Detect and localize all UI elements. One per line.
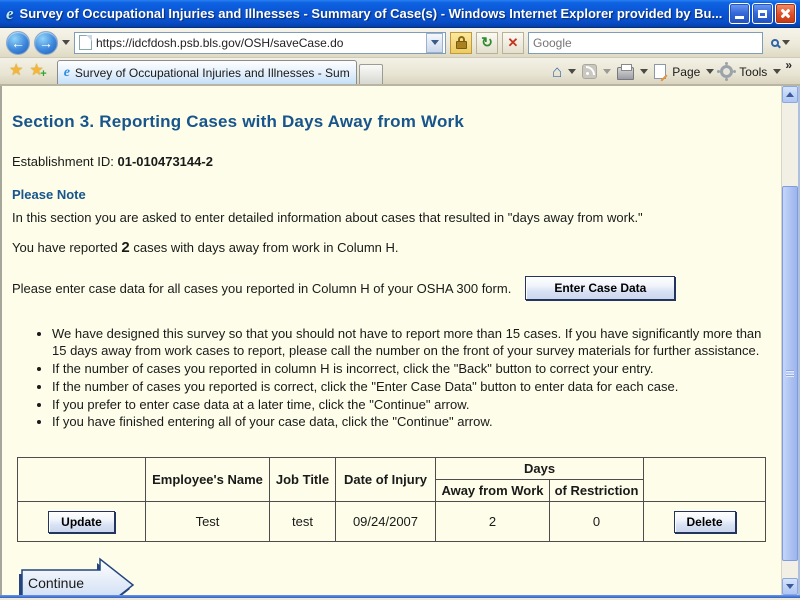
search-dropdown-caret-icon[interactable] [782,40,790,45]
page-menu-label[interactable]: Page [672,65,700,79]
home-button[interactable]: ⌂ [552,63,562,80]
add-favorite-button[interactable]: ★ [29,63,47,81]
search-input[interactable] [533,35,758,50]
stop-button[interactable]: ✕ [502,31,524,54]
scroll-down-icon [786,584,794,589]
address-field[interactable] [74,31,446,54]
print-button[interactable] [617,63,635,80]
minimize-icon [735,16,744,19]
page-title: Section 3. Reporting Cases with Days Awa… [12,112,465,131]
forward-button[interactable]: → [34,30,58,55]
close-icon [780,8,791,19]
cases-table: Employee's Name Job Title Date of Injury… [17,457,767,543]
scroll-up-icon [786,92,794,97]
reported-cases-line: You have reported 2 cases with days away… [12,239,771,256]
refresh-icon: ↻ [481,34,493,50]
instruction-item: If you prefer to enter case data at a la… [52,397,771,414]
instruction-item: If you have finished entering all of you… [52,414,771,431]
header-date-of-injury: Date of Injury [335,457,436,503]
search-icon [771,38,779,47]
cell-days-restriction: 0 [548,501,645,543]
security-lock-button[interactable] [450,31,472,54]
reported-suffix: cases with days away from work in Column… [129,240,399,255]
instructions-list: We have designed this survey so that you… [42,326,771,431]
home-dropdown-caret-icon[interactable] [568,69,577,74]
restore-icon [758,9,767,18]
table-row: Update Test test 09/24/2007 2 0 Delete [17,501,767,543]
new-tab-button[interactable] [358,64,383,84]
header-empty-left [17,457,146,503]
tools-menu-label[interactable]: Tools [739,65,767,79]
cell-job-title: test [269,501,336,543]
page-document-icon [79,35,92,50]
address-dropdown-button[interactable] [426,32,443,53]
establishment-label: Establishment ID: [12,154,118,169]
tab-toolbar: ★ ★ e Survey of Occupational Injuries an… [0,58,800,86]
ie-logo-icon: e [6,4,14,23]
cell-date-of-injury: 09/24/2007 [335,501,436,543]
window-bottom-border [0,595,800,598]
search-button[interactable] [767,32,794,54]
instruction-item: If the number of cases you reported in c… [52,361,771,378]
address-dropdown-caret-icon [430,40,439,45]
browser-tab[interactable]: e Survey of Occupational Injuries and Il… [56,60,357,84]
header-away-from-work: Away from Work [435,479,550,503]
tab-label: Survey of Occupational Injuries and Illn… [74,65,350,80]
update-button[interactable]: Update [48,510,115,533]
address-input[interactable] [96,35,426,50]
browser-window: e Survey of Occupational Injuries and Il… [0,0,800,600]
header-of-restriction: of Restriction [548,479,645,503]
continue-label: Continue [28,575,85,592]
instruction-item: If the number of cases you reported is c… [52,379,771,396]
toolbar-overflow-chevron[interactable]: » [785,58,792,72]
search-box[interactable] [528,31,763,54]
reported-count: 2 [121,239,130,256]
scrollbar-thumb[interactable] [782,186,798,561]
header-job-title: Job Title [269,457,336,503]
window-title: Survey of Occupational Injuries and Illn… [19,6,723,21]
reported-prefix: You have reported [12,240,122,255]
restore-button[interactable] [752,3,773,24]
delete-button[interactable]: Delete [673,510,736,533]
minimize-button[interactable] [729,3,750,24]
header-days: Days [434,457,645,481]
close-button[interactable] [775,3,796,24]
header-empty-right [643,457,767,503]
tab-ie-icon: e [63,64,70,80]
enter-case-data-button[interactable]: Enter Case Data [525,276,676,300]
enter-case-row: Please enter case data for all cases you… [12,276,771,300]
scroll-up-button[interactable] [782,86,798,103]
title-bar: e Survey of Occupational Injuries and Il… [0,0,800,28]
history-dropdown-caret-icon[interactable] [62,40,70,45]
scroll-down-button[interactable] [782,578,798,595]
print-dropdown-caret-icon[interactable] [640,69,649,74]
favorites-center-button[interactable]: ★ [9,63,23,79]
stop-icon: ✕ [507,34,519,50]
header-employee-name: Employee's Name [145,457,270,503]
page-menu-icon[interactable] [654,64,667,79]
intro-paragraph: In this section you are asked to enter d… [12,210,643,225]
tools-gear-icon[interactable] [720,65,734,78]
please-note-heading: Please Note [12,187,86,202]
feeds-dropdown-caret-icon [603,69,612,74]
back-button[interactable]: ← [6,30,30,55]
cell-days-away: 2 [435,501,550,543]
vertical-scrollbar[interactable] [781,86,798,595]
page-dropdown-caret-icon[interactable] [706,69,715,74]
instruction-item: We have designed this survey so that you… [52,326,771,360]
address-toolbar: ← → ↻ ✕ [0,28,800,58]
enter-case-prompt: Please enter case data for all cases you… [12,280,512,296]
establishment-line: Establishment ID: 01-010473144-2 [12,154,771,169]
feeds-icon[interactable] [582,64,598,79]
tools-dropdown-caret-icon[interactable] [773,69,782,74]
page-content: Section 3. Reporting Cases with Days Awa… [2,86,781,595]
page-viewport: Section 3. Reporting Cases with Days Awa… [0,86,800,595]
continue-arrow-button[interactable]: Continue [18,556,138,595]
cell-employee-name: Test [145,501,270,543]
scrollbar-grip-icon [786,370,794,377]
establishment-id: 01-010473144-2 [117,154,213,169]
refresh-button[interactable]: ↻ [476,31,498,54]
